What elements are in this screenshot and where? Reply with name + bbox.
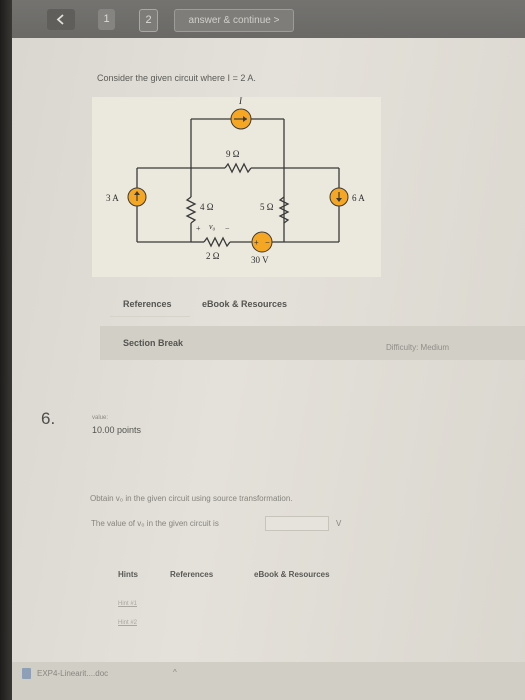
- source-6a-label: 6 A: [352, 193, 365, 203]
- answer-prompt: The value of v₀ in the given circuit is: [91, 519, 219, 528]
- hint-1-link[interactable]: Hint #1: [118, 601, 137, 607]
- difficulty-label: Difficulty: Medium: [386, 343, 449, 352]
- chevron-left-icon: [56, 14, 64, 25]
- current-label: I: [238, 97, 243, 106]
- screen-bezel: [0, 0, 12, 700]
- back-button[interactable]: [47, 9, 75, 30]
- value-label: value:: [92, 415, 109, 421]
- answer-unit: V: [336, 519, 342, 528]
- section-break-label: Section Break: [123, 338, 184, 348]
- hint-2-link[interactable]: Hint #2: [118, 620, 137, 626]
- question-1-button[interactable]: 1: [98, 9, 115, 30]
- answer-input[interactable]: [265, 516, 329, 531]
- tab-divider: [110, 316, 190, 317]
- vo-plus-label: +: [196, 224, 201, 233]
- vo-minus-label: −: [225, 224, 230, 233]
- vo-label: v₀: [209, 222, 216, 231]
- tab-references[interactable]: References: [123, 299, 172, 309]
- document-icon: [22, 668, 31, 679]
- chevron-up-icon[interactable]: ^: [173, 668, 177, 677]
- circuit-diagram: + − I 9 Ω 4 Ω 5 Ω 2 Ω 3 A 6 A 30 V + v₀ …: [92, 96, 381, 277]
- download-item[interactable]: EXP4-Linearit....doc: [37, 669, 108, 678]
- tab-ebook-resources[interactable]: eBook & Resources: [202, 299, 287, 309]
- svg-text:+: +: [254, 238, 259, 247]
- resistor-9-label: 9 Ω: [226, 149, 240, 159]
- problem-prompt: Consider the given circuit where I = 2 A…: [97, 73, 256, 83]
- question-text: Obtain v₀ in the given circuit using sou…: [90, 494, 293, 503]
- tab-ebook-resources-q6[interactable]: eBook & Resources: [254, 570, 330, 579]
- tab-hints[interactable]: Hints: [118, 570, 138, 579]
- question-2-button[interactable]: 2: [139, 9, 158, 32]
- resistor-2-label: 2 Ω: [206, 251, 220, 261]
- source-3a-label: 3 A: [106, 193, 119, 203]
- tab-references-q6[interactable]: References: [170, 570, 213, 579]
- question-number: 6.: [41, 409, 56, 428]
- points-value: 10.00 points: [92, 425, 142, 435]
- download-bar: [12, 662, 525, 700]
- resistor-4-label: 4 Ω: [200, 202, 214, 212]
- source-30v-label: 30 V: [251, 255, 269, 265]
- answer-continue-button[interactable]: answer & continue >: [174, 9, 294, 32]
- resistor-5-label: 5 Ω: [260, 202, 274, 212]
- svg-text:−: −: [265, 238, 270, 247]
